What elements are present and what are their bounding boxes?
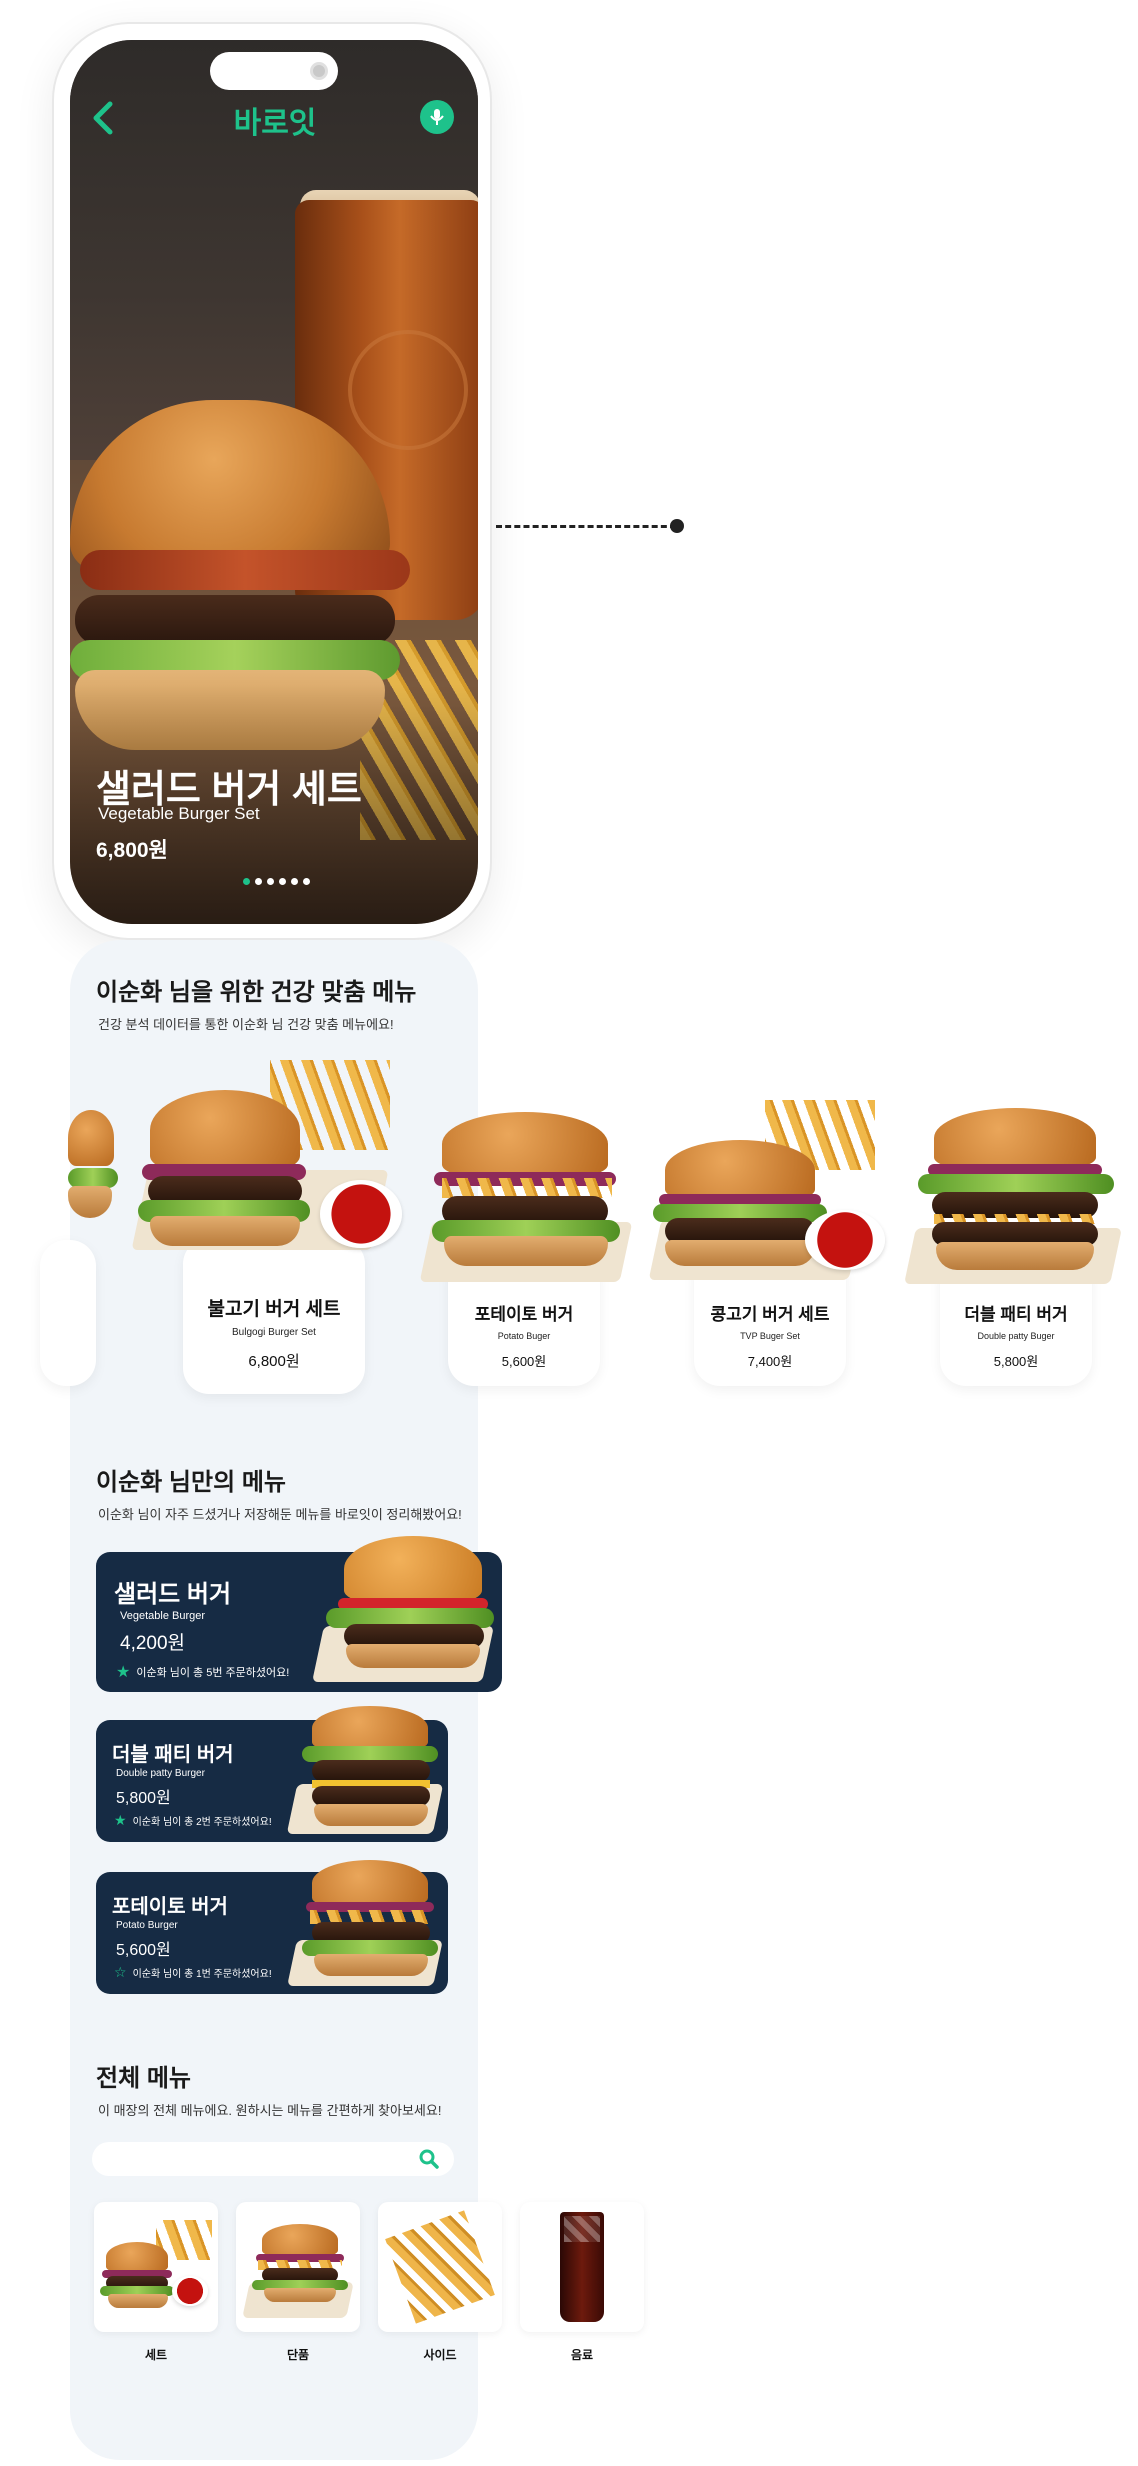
burger-image-partial [68, 1110, 118, 1240]
voice-button[interactable] [420, 100, 454, 134]
my-menu-note-text: 이순화 님이 총 2번 주문하셨어요! [132, 1817, 272, 1828]
category-tile-drink[interactable] [520, 2202, 644, 2332]
callout-line [496, 525, 676, 528]
burger-set-image [100, 2216, 216, 2322]
my-menu-subtitle: 이순화 님이 자주 드셨거나 저장해둔 메뉴를 바로잇이 정리해봤어요! [98, 1507, 462, 1522]
menu-card-price: 5,600원 [501, 1354, 547, 1369]
menu-card-name-en: Potato Buger [497, 1331, 551, 1341]
menu-card-price: 7,400원 [747, 1354, 793, 1369]
star-icon: ★ [114, 1812, 127, 1828]
search-bar[interactable] [92, 2142, 454, 2176]
carousel-dot[interactable] [279, 878, 286, 885]
carousel-indicator[interactable] [243, 878, 310, 885]
my-menu-note-text: 이순화 님이 총 1번 주문하셨어요! [132, 1969, 272, 1980]
search-icon[interactable] [418, 2148, 440, 2170]
my-menu-name-en: Potato Burger [116, 1920, 178, 1931]
burger-image [900, 1108, 1126, 1293]
my-menu-title: 이순화 님만의 메뉴 [96, 1469, 286, 1496]
category-tile-side[interactable] [378, 2202, 502, 2332]
my-menu-name-en: Vegetable Burger [120, 1610, 206, 1622]
my-menu-note-text: 이순화 님이 총 5번 주문하셨어요! [136, 1667, 290, 1679]
all-menu-title: 전체 메뉴 [96, 2065, 191, 2092]
my-menu-name: 포테이토 버거 [112, 1896, 228, 1918]
menu-card-partial[interactable] [40, 1240, 96, 1386]
burger-image [412, 1112, 638, 1287]
carousel-dot[interactable] [267, 878, 274, 885]
burger-image [312, 1536, 498, 1686]
canvas: 바로잇 샐러드 버거 세트 Vegetable Burger Set 6,800… [0, 0, 1138, 2466]
carousel-dot[interactable] [303, 878, 310, 885]
menu-card-price: 5,800원 [993, 1354, 1039, 1369]
app-title: 바로잇 [233, 107, 317, 140]
category-label: 사이드 [423, 2348, 457, 2362]
menu-card-name-en: TVP Buger Set [740, 1331, 800, 1341]
search-input[interactable] [106, 2148, 406, 2170]
back-button[interactable] [86, 98, 122, 138]
burger-image [286, 1706, 444, 1836]
burger-set-image [130, 1060, 420, 1270]
camera-icon [310, 62, 328, 80]
ice-image [564, 2216, 600, 2242]
microphone-icon [430, 109, 444, 125]
my-menu-card[interactable]: 포테이토 버거 Potato Burger 5,600원 ☆ 이순화 님이 총 … [96, 1860, 448, 1994]
category-label: 단품 [286, 2348, 310, 2362]
recommend-title: 이순화 님을 위한 건강 맞춤 메뉴 [96, 979, 417, 1006]
hero-price: 6,800원 [96, 839, 168, 862]
carousel-dot[interactable] [255, 878, 262, 885]
category-tile-set[interactable] [94, 2202, 218, 2332]
my-menu-price: 5,800원 [116, 1790, 171, 1807]
recommend-subtitle: 건강 분석 데이터를 통한 이순화 님 건강 맞춤 메뉴에요! [98, 1017, 394, 1032]
menu-card-name: 불고기 버거 세트 [207, 1299, 341, 1320]
my-menu-price: 4,200원 [120, 1633, 186, 1654]
my-menu-card[interactable]: 더블 패티 버거 Double patty Burger 5,800원 ★ 이순… [96, 1706, 448, 1842]
my-menu-name: 더블 패티 버거 [112, 1744, 234, 1766]
menu-card-name-en: Bulgogi Burger Set [232, 1327, 316, 1338]
category-tile-single[interactable] [236, 2202, 360, 2332]
category-label: 세트 [144, 2348, 168, 2362]
callout-dot [670, 519, 684, 533]
burger-set-image [645, 1100, 895, 1290]
carousel-dot[interactable] [243, 878, 250, 885]
my-menu-name: 샐러드 버거 [114, 1581, 232, 1608]
my-menu-note: ★ 이순화 님이 총 2번 주문하셨어요! [114, 1812, 272, 1829]
my-menu-price: 5,600원 [116, 1942, 171, 1959]
my-menu-note: ★ 이순화 님이 총 5번 주문하셨어요! [116, 1662, 289, 1682]
menu-card-name-en: Double patty Buger [977, 1331, 1055, 1341]
carousel-dot[interactable] [291, 878, 298, 885]
hero-subtitle: Vegetable Burger Set [98, 804, 260, 823]
my-menu-card[interactable]: 샐러드 버거 Vegetable Burger 4,200원 ★ 이순화 님이 … [96, 1536, 502, 1692]
my-menu-name-en: Double patty Burger [116, 1768, 205, 1779]
menu-card-name: 콩고기 버거 세트 [710, 1305, 830, 1324]
menu-card-name: 더블 패티 버거 [964, 1305, 1068, 1324]
burger-image [287, 1860, 443, 1988]
star-outline-icon: ☆ [114, 1964, 127, 1980]
chevron-left-icon [93, 101, 113, 135]
fries-image [385, 2210, 495, 2324]
star-icon: ★ [116, 1664, 131, 1681]
my-menu-note: ☆ 이순화 님이 총 1번 주문하셨어요! [114, 1964, 272, 1981]
category-label: 음료 [570, 2348, 594, 2362]
all-menu-subtitle: 이 매장의 전체 메뉴에요. 원하시는 메뉴를 간편하게 찾아보세요! [98, 2103, 442, 2118]
menu-card-name: 포테이토 버거 [474, 1305, 574, 1324]
menu-card-price: 6,800원 [248, 1353, 300, 1370]
burger-image [242, 2224, 356, 2324]
